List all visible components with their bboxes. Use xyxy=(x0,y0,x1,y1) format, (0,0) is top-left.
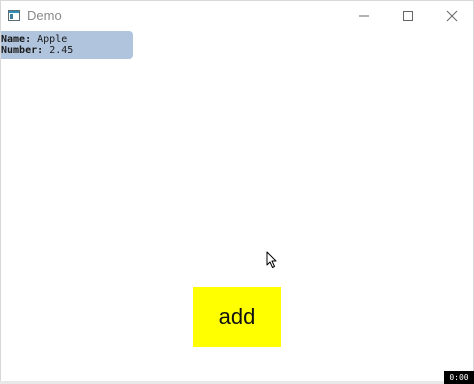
window-title: Demo xyxy=(27,8,62,23)
app-window-icon xyxy=(8,10,20,21)
minimize-button[interactable] xyxy=(341,1,387,31)
name-value: Apple xyxy=(37,34,68,45)
recording-timer: 0:00 xyxy=(444,371,474,384)
close-button[interactable] xyxy=(429,1,474,31)
close-icon xyxy=(446,10,458,22)
mouse-pointer-icon xyxy=(266,251,277,268)
app-window: Demo Name: Apple Number: 2.45 add xyxy=(0,0,474,384)
minimize-icon xyxy=(359,15,369,17)
title-bar[interactable]: Demo xyxy=(1,1,473,31)
add-button[interactable]: add xyxy=(193,287,281,347)
name-line: Name: Apple xyxy=(1,34,133,45)
number-line: Number: 2.45 xyxy=(1,45,133,56)
info-label: Name: Apple Number: 2.45 xyxy=(1,31,133,59)
name-label: Name: xyxy=(1,34,32,45)
maximize-icon xyxy=(403,11,413,21)
maximize-button[interactable] xyxy=(385,1,431,31)
number-label: Number: xyxy=(1,45,44,56)
number-value: 2.45 xyxy=(49,45,74,56)
